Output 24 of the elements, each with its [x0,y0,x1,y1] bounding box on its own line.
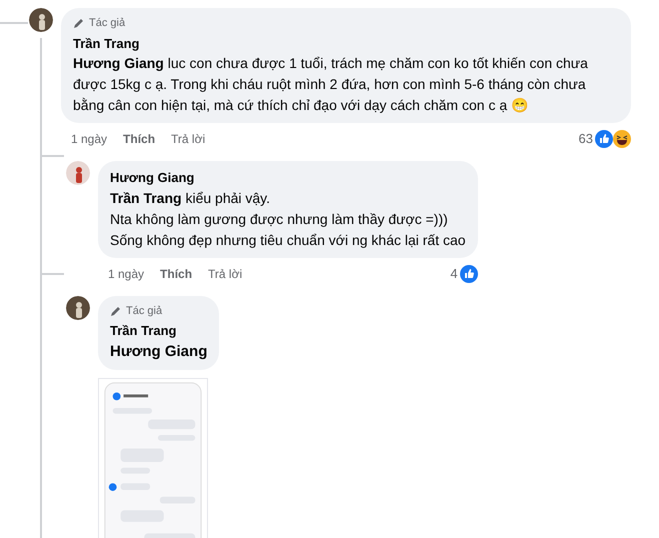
reply-link[interactable]: Trả lời [171,130,206,148]
like-link[interactable]: Thích [123,130,156,148]
author-name[interactable]: Trần Trang [73,34,619,53]
mention-link[interactable]: Hương Giang [110,340,208,363]
pencil-icon [73,17,85,30]
avatar[interactable] [66,296,90,320]
timestamp: 1 ngày [71,131,108,148]
author-name[interactable]: Hương Giang [110,168,466,188]
comment-text: Trần Trang kiểu phải vậy. Nta không làm gương được nhưng làm thầy được =))) Sống không đẹp nhưng tiêu chuẩn với ng khác lại rất cao [110,188,466,250]
reaction-count[interactable]: 63 [578,129,593,149]
reaction-count[interactable]: 4 [450,264,458,284]
pencil-icon [110,304,122,317]
author-label: Tác giả [89,16,126,31]
avatar[interactable] [66,161,90,185]
like-icon [460,264,478,282]
author-label: Tác giả [126,304,162,318]
like-link[interactable]: Thích [160,264,192,282]
laughing-emoji-icon [613,130,631,148]
timestamp: 1 ngày [108,266,144,282]
like-icon [595,130,613,148]
avatar[interactable] [29,8,53,32]
reply-link[interactable]: Trả lời [208,264,242,282]
author-name[interactable]: Trần Trang [110,321,208,340]
comment-text: Hương Giang luc con chưa được 1 tuổi, trách mẹ chăm con ko tốt khiến con chưa được 15kg c ạ. Trong khi cháu ruột mình 2 đứa, hơn con mình 5-6 tháng còn chưa bằng cân con hiện tại, mà cứ thích chỉ đạo với dạy cách chăm con c ạ 😁 [73,54,589,115]
